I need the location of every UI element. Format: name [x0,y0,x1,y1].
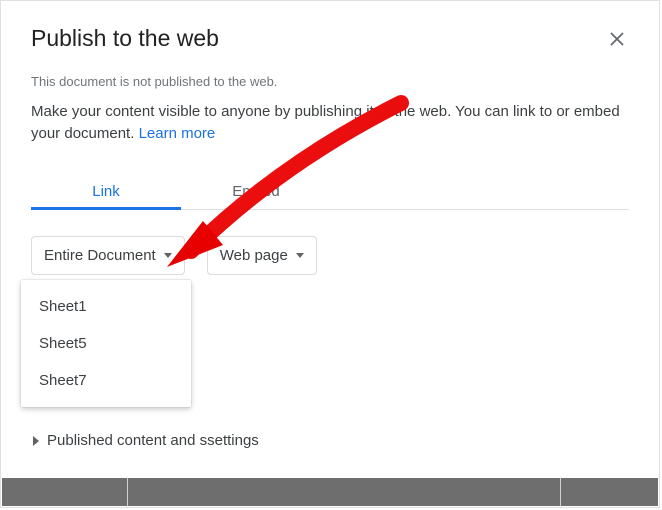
dialog-title: Publish to the web [31,25,219,52]
publish-status: This document is not published to the we… [31,74,629,89]
menu-item[interactable]: Sheet5 [21,325,191,362]
menu-item[interactable]: Sheet1 [21,288,191,325]
tab-bar: Link Embed [31,173,629,210]
close-button[interactable] [605,27,629,51]
published-settings-toggle[interactable]: Published content and ssettings [31,432,259,449]
scope-dropdown-menu: Sheet1 Sheet5 Sheet7 [21,280,191,407]
published-settings-label: Published content and ssettings [47,432,259,449]
background-sheet [2,478,658,506]
tab-embed[interactable]: Embed [181,173,331,209]
format-dropdown[interactable]: Web page [207,236,317,275]
learn-more-link[interactable]: Learn more [139,125,216,142]
close-icon [609,31,625,47]
tab-link[interactable]: Link [31,173,181,209]
chevron-right-icon [31,436,41,446]
description-text: Make your content visible to anyone by p… [31,103,620,142]
scope-dropdown-label: Entire Document [44,247,156,264]
caret-down-icon [296,253,304,258]
format-dropdown-label: Web page [220,247,288,264]
menu-item[interactable]: Sheet7 [21,362,191,399]
scope-dropdown[interactable]: Entire Document [31,236,185,275]
description: Make your content visible to anyone by p… [31,101,629,145]
caret-down-icon [164,253,172,258]
